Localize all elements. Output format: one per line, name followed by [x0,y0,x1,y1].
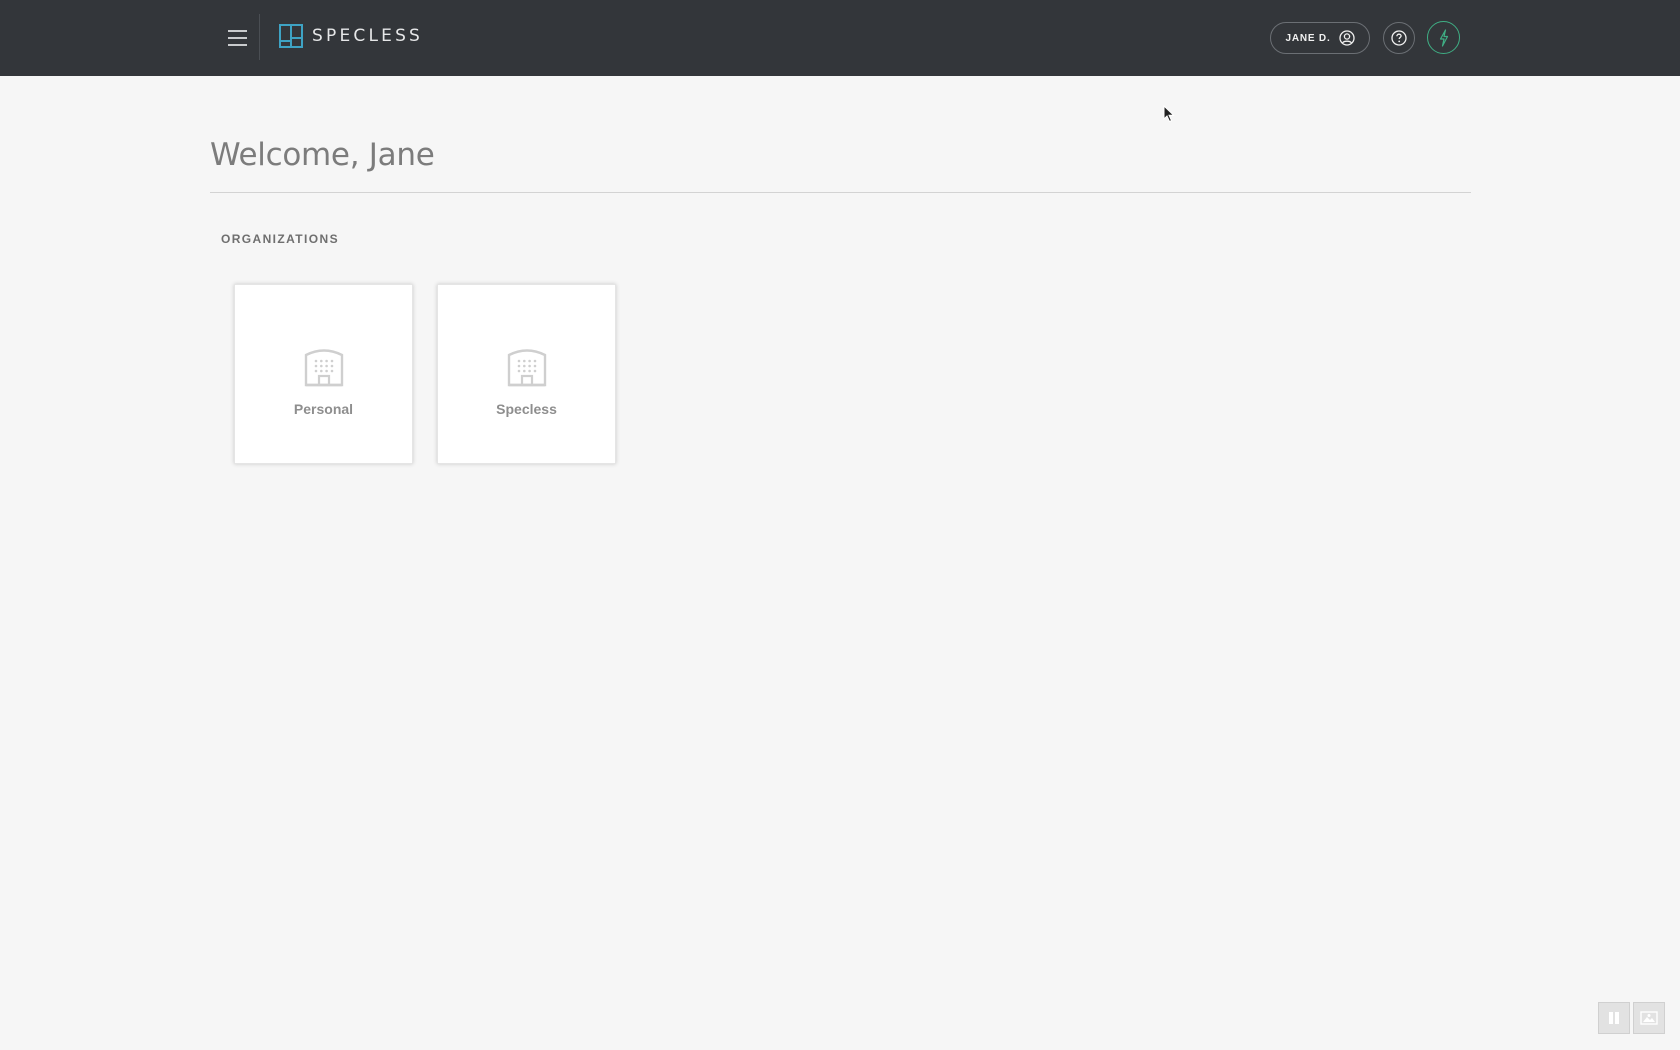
help-button[interactable] [1383,22,1415,54]
organization-card-personal[interactable]: Personal [234,284,413,464]
bottom-controls [1598,1002,1665,1034]
heading-divider [210,192,1471,193]
menu-icon[interactable] [222,24,252,52]
brand-name: SPECLESS [312,26,424,46]
organization-name: Specless [496,401,557,417]
mouse-cursor-icon [1163,105,1175,123]
organizations-section-title: ORGANIZATIONS [221,232,339,246]
welcome-heading: Welcome, Jane [210,137,435,173]
user-name-label: JANE D. [1285,32,1331,44]
organization-name: Personal [293,401,354,417]
building-icon [507,349,546,387]
brand-logo[interactable]: SPECLESS [279,24,423,48]
header-divider [259,14,260,60]
logo-icon [279,24,303,48]
top-navigation-bar: SPECLESS JANE D. [0,0,1680,76]
image-icon [1640,1011,1658,1025]
power-icon [1439,28,1448,47]
organization-card-specless[interactable]: Specless [437,284,616,464]
building-icon [304,349,343,387]
user-circle-icon [1338,30,1355,46]
pause-icon [1609,1012,1619,1024]
power-button[interactable] [1427,21,1460,54]
image-button[interactable] [1633,1002,1665,1034]
user-account-button[interactable]: JANE D. [1270,22,1370,54]
help-icon [1391,30,1407,46]
pause-button[interactable] [1598,1002,1630,1034]
